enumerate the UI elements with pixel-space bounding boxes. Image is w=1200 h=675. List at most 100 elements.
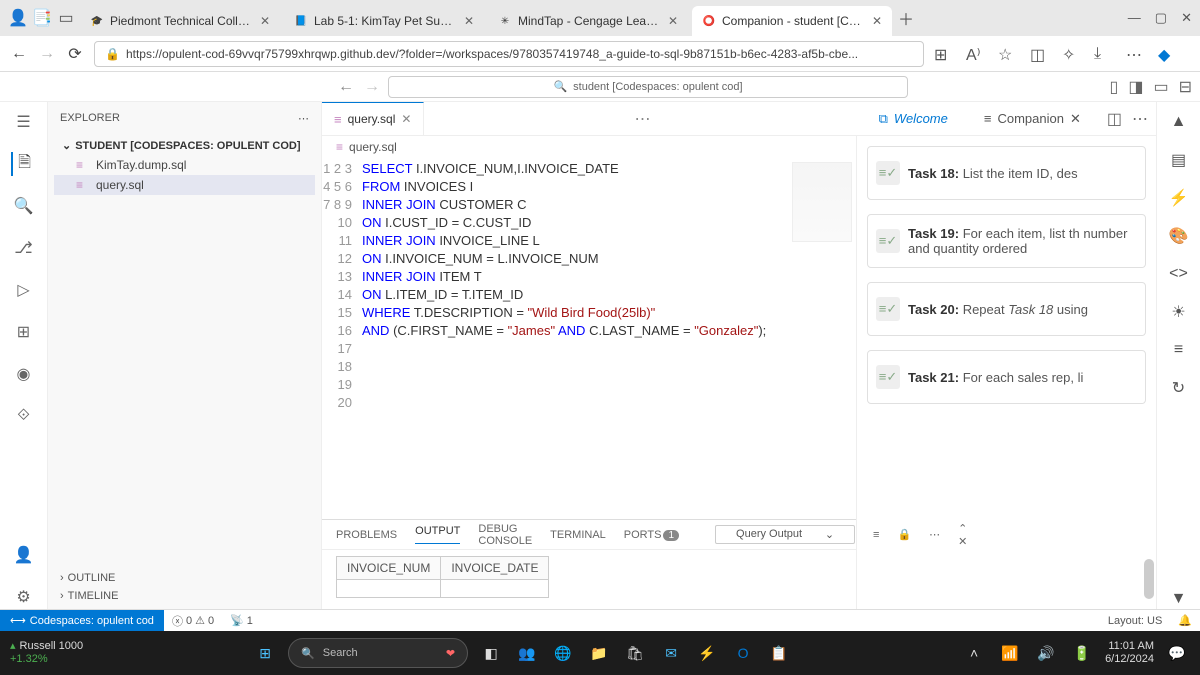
- editor-tab-query[interactable]: ≡ query.sql ✕: [322, 102, 424, 135]
- codespaces-icon[interactable]: ⟐: [12, 404, 36, 428]
- downloads-icon[interactable]: ⤓: [1094, 45, 1112, 63]
- more-actions-icon[interactable]: ⋯: [1132, 109, 1148, 129]
- notifications-icon[interactable]: 💬: [1164, 640, 1190, 666]
- profile-icon[interactable]: 👤: [8, 8, 28, 28]
- menu-icon[interactable]: ☰: [12, 110, 36, 134]
- panel-tab-debug[interactable]: DEBUG CONSOLE: [478, 523, 532, 547]
- wifi-icon[interactable]: 📶: [997, 640, 1023, 666]
- github-icon[interactable]: ◉: [12, 362, 36, 386]
- collections-icon[interactable]: ▭: [56, 8, 76, 28]
- command-center-search[interactable]: 🔍 student [Codespaces: opulent cod]: [388, 76, 908, 98]
- palette-icon[interactable]: 🎨: [1169, 226, 1189, 246]
- task-card-18[interactable]: ≡✓ Task 18: List the item ID, des: [867, 146, 1146, 200]
- task-card-19[interactable]: ≡✓ Task 19: For each item, list th numbe…: [867, 214, 1146, 268]
- gear-icon[interactable]: ⚙: [12, 585, 36, 609]
- expand-icon[interactable]: ▼: [1169, 589, 1189, 609]
- panel-tab-output[interactable]: OUTPUT: [415, 525, 460, 544]
- task-view-icon[interactable]: ◧: [478, 640, 504, 666]
- favorite-icon[interactable]: ☆: [998, 45, 1016, 63]
- panel-tab-terminal[interactable]: TERMINAL: [550, 529, 606, 541]
- layout-panel-icon[interactable]: ▯: [1110, 77, 1119, 97]
- taskbar-search[interactable]: 🔍 Search ❤: [288, 638, 468, 668]
- extensions-icon[interactable]: ⊞: [12, 320, 36, 344]
- system-clock[interactable]: 11:01 AM 6/12/2024: [1105, 640, 1154, 666]
- back-button[interactable]: ←: [10, 45, 28, 63]
- column-header[interactable]: INVOICE_DATE: [441, 557, 549, 580]
- brightness-icon[interactable]: ☀: [1169, 302, 1189, 322]
- apps-icon[interactable]: ⊞: [934, 45, 952, 63]
- code-editor[interactable]: SELECT I.INVOICE_NUM,I.INVOICE_DATE FROM…: [362, 158, 856, 519]
- status-ports[interactable]: 📡1: [222, 614, 261, 627]
- layout-bottom-icon[interactable]: ▭: [1153, 77, 1168, 97]
- collapse-icon[interactable]: ▲: [1169, 112, 1189, 132]
- chevron-up-icon[interactable]: ˄: [961, 640, 987, 666]
- output-channel-select[interactable]: Query Output ⌄: [715, 525, 855, 544]
- browser-tab-3[interactable]: ⭕ Companion - student [Codespac ✕: [692, 6, 892, 36]
- copilot-icon[interactable]: ◆: [1158, 45, 1176, 63]
- explorer-icon[interactable]: 🗎: [11, 152, 35, 176]
- new-tab-button[interactable]: ＋: [896, 8, 916, 28]
- breadcrumb[interactable]: ≡ query.sql: [322, 136, 856, 158]
- scrollbar[interactable]: [1144, 559, 1154, 599]
- refresh-rail-icon[interactable]: ↻: [1169, 378, 1189, 398]
- split-editor-icon[interactable]: ◫: [1107, 109, 1122, 129]
- toc-icon[interactable]: ▤: [1169, 150, 1189, 170]
- remote-indicator[interactable]: ⟷ Codespaces: opulent cod: [0, 610, 164, 631]
- maximize-button[interactable]: ▢: [1155, 10, 1167, 26]
- welcome-tab[interactable]: ⧉ Welcome: [861, 102, 966, 135]
- tab-actions-icon[interactable]: 📑: [32, 8, 52, 28]
- url-input[interactable]: 🔒 https://opulent-cod-69vvqr75799xhrqwp.…: [94, 41, 924, 67]
- battery-icon[interactable]: 🔋: [1069, 640, 1095, 666]
- forward-button[interactable]: →: [38, 45, 56, 63]
- source-control-icon[interactable]: ⎇: [12, 236, 36, 260]
- close-icon[interactable]: ✕: [668, 14, 678, 28]
- stock-widget[interactable]: ▴Russell 1000 +1.32%: [10, 640, 83, 666]
- app-icon[interactable]: ⚡: [694, 640, 720, 666]
- volume-icon[interactable]: 🔊: [1033, 640, 1059, 666]
- split-icon[interactable]: ◫: [1030, 45, 1048, 63]
- outlook-icon[interactable]: O: [730, 640, 756, 666]
- panel-tab-ports[interactable]: PORTS1: [624, 529, 679, 541]
- store-icon[interactable]: 🛍: [622, 640, 648, 666]
- nav-forward-icon[interactable]: →: [364, 78, 380, 96]
- close-icon[interactable]: ✕: [872, 14, 882, 28]
- refresh-button[interactable]: ⟳: [66, 45, 84, 63]
- timeline-section[interactable]: ›TIMELINE: [56, 587, 313, 605]
- menu-rail-icon[interactable]: ≡: [1169, 340, 1189, 360]
- teams-icon[interactable]: 👥: [514, 640, 540, 666]
- browser-tab-0[interactable]: 🎓 Piedmont Technical College ✕: [80, 6, 280, 36]
- close-icon[interactable]: ✕: [464, 14, 474, 28]
- file-item-1[interactable]: ≡ query.sql: [54, 175, 315, 195]
- layout-sidebar-icon[interactable]: ◨: [1128, 77, 1143, 97]
- close-icon[interactable]: ✕: [1070, 111, 1081, 127]
- explorer-tb-icon[interactable]: 📁: [586, 640, 612, 666]
- close-window-button[interactable]: ✕: [1181, 10, 1192, 26]
- mail-icon[interactable]: ✉: [658, 640, 684, 666]
- more-icon[interactable]: ⋯: [1126, 45, 1144, 63]
- collections-button[interactable]: ✧: [1062, 45, 1080, 63]
- notes-icon[interactable]: 📋: [766, 640, 792, 666]
- edge-icon[interactable]: 🌐: [550, 640, 576, 666]
- task-card-20[interactable]: ≡✓ Task 20: Repeat Task 18 using: [867, 282, 1146, 336]
- close-icon[interactable]: ✕: [401, 112, 411, 126]
- column-header[interactable]: INVOICE_NUM: [337, 557, 441, 580]
- layout-customize-icon[interactable]: ⊟: [1179, 77, 1192, 97]
- code-icon[interactable]: <>: [1169, 264, 1189, 284]
- panel-tab-problems[interactable]: PROBLEMS: [336, 529, 397, 541]
- minimize-button[interactable]: —: [1128, 10, 1141, 26]
- account-icon[interactable]: 👤: [12, 543, 36, 567]
- outline-section[interactable]: ›OUTLINE: [56, 569, 313, 587]
- bolt-icon[interactable]: ⚡: [1169, 188, 1189, 208]
- task-card-21[interactable]: ≡✓ Task 21: For each sales rep, li: [867, 350, 1146, 404]
- file-item-0[interactable]: ≡ KimTay.dump.sql: [54, 155, 315, 175]
- nav-back-icon[interactable]: ←: [338, 78, 354, 96]
- tab-overflow-icon[interactable]: ⋯: [635, 109, 651, 129]
- status-notifications-icon[interactable]: 🔔: [1170, 614, 1200, 627]
- read-aloud-icon[interactable]: A⁾: [966, 45, 984, 63]
- close-icon[interactable]: ✕: [260, 14, 270, 28]
- companion-tab[interactable]: ≡ Companion ✕: [966, 102, 1099, 135]
- run-debug-icon[interactable]: ▷: [12, 278, 36, 302]
- minimap[interactable]: [792, 162, 852, 242]
- start-button[interactable]: ⊞: [252, 640, 278, 666]
- browser-tab-2[interactable]: ✳ MindTap - Cengage Learning ✕: [488, 6, 688, 36]
